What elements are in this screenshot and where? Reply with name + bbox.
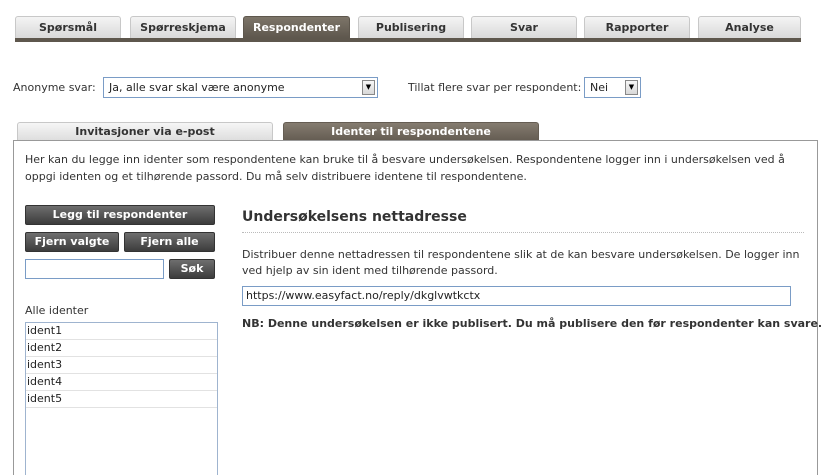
list-item[interactable]: ident3 (26, 357, 217, 374)
list-item[interactable]: ident5 (26, 391, 217, 408)
idents-list[interactable]: ident1 ident2 ident3 ident4 ident5 (25, 322, 218, 475)
search-input[interactable] (25, 259, 164, 279)
survey-options: Anonyme svar: Ja, alle svar skal være an… (13, 77, 813, 99)
not-published-notice: NB: Denne undersøkelsen er ikke publiser… (242, 317, 823, 330)
remove-all-button[interactable]: Fjern alle (124, 232, 215, 252)
intro-text: Her kan du legge inn identer som respond… (25, 153, 785, 183)
tab-respondenter[interactable]: Respondenter (243, 16, 350, 38)
main-tab-bar: Spørsmål Spørreskjema Respondenter Publi… (15, 16, 801, 40)
tab-bar-underline (15, 38, 801, 42)
survey-url-description: Distribuer denne nettadressen til respon… (242, 248, 800, 277)
multiple-answers-value: Nei (590, 81, 609, 94)
anonymous-answers-label: Anonyme svar: (13, 81, 96, 94)
multiple-answers-select[interactable]: Nei ▼ (584, 77, 641, 98)
anonymous-answers-select[interactable]: Ja, alle svar skal være anonyme ▼ (103, 77, 378, 98)
tab-analyse[interactable]: Analyse (698, 16, 801, 38)
anonymous-answers-value: Ja, alle svar skal være anonyme (109, 81, 285, 94)
tab-sporsmal[interactable]: Spørsmål (15, 16, 121, 38)
tab-sporreskjema[interactable]: Spørreskjema (130, 16, 236, 38)
dropdown-arrow-icon[interactable]: ▼ (625, 80, 638, 95)
multiple-answers-label: Tillat flere svar per respondent: (408, 81, 582, 94)
all-idents-label: Alle identer (25, 304, 89, 317)
remove-selected-button[interactable]: Fjern valgte (25, 232, 119, 252)
add-respondents-button[interactable]: Legg til respondenter (25, 205, 215, 225)
survey-url-field[interactable]: https://www.easyfact.no/reply/dkglvwtkct… (242, 286, 791, 306)
tab-publisering[interactable]: Publisering (358, 16, 464, 38)
tab-rapporter[interactable]: Rapporter (584, 16, 690, 38)
tab-email-invitations[interactable]: Invitasjoner via e-post (17, 122, 273, 140)
tab-respondent-idents[interactable]: Identer til respondentene (283, 122, 539, 140)
search-button[interactable]: Søk (169, 259, 215, 279)
list-item[interactable]: ident1 (26, 323, 217, 340)
survey-url-title: Undersøkelsens nettadresse (242, 209, 467, 225)
idents-panel: Her kan du legge inn identer som respond… (13, 140, 822, 475)
tab-svar[interactable]: Svar (471, 16, 577, 38)
title-divider (242, 232, 804, 233)
list-item[interactable]: ident4 (26, 374, 217, 391)
list-item[interactable]: ident2 (26, 340, 217, 357)
dropdown-arrow-icon[interactable]: ▼ (362, 80, 375, 95)
